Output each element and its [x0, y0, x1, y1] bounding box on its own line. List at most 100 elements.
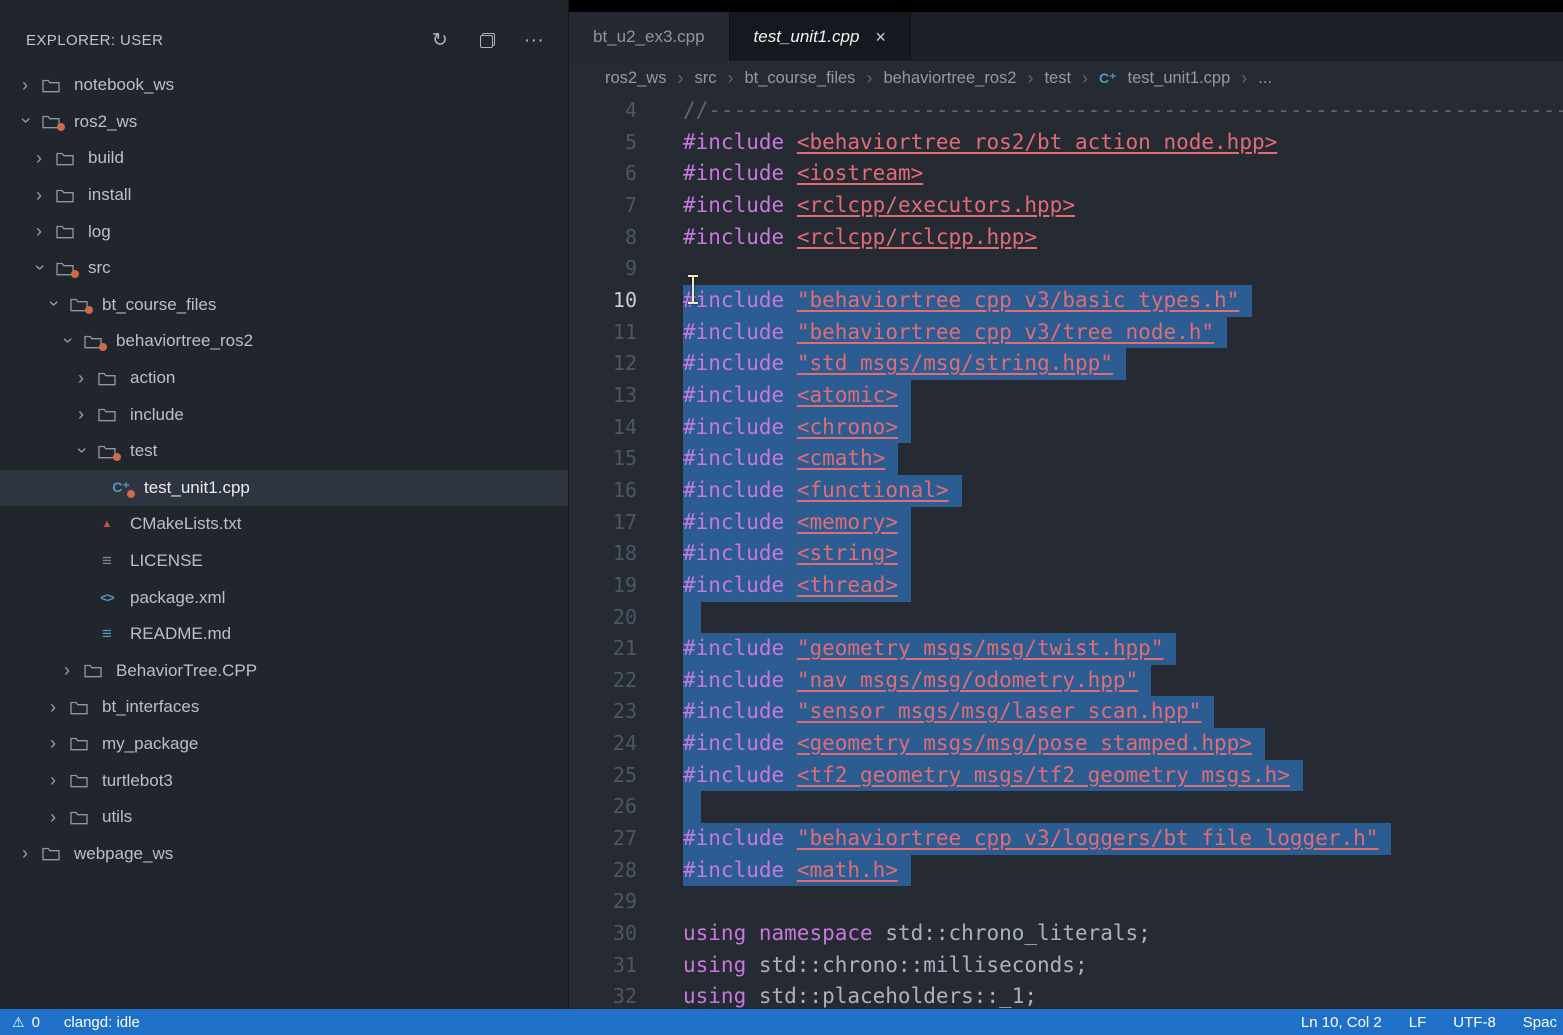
breadcrumb-item-file[interactable]: test_unit1.cpp — [1128, 69, 1231, 88]
folder-icon — [36, 78, 66, 93]
tree-item-action[interactable]: ›action — [0, 360, 568, 397]
tree-item-utils[interactable]: ›utils — [0, 799, 568, 836]
tree-item-my_package[interactable]: ›my_package — [0, 726, 568, 763]
code-text: #include "behaviortree_cpp_v3/basic_type… — [683, 285, 1252, 317]
breadcrumb-item-ros2_ws[interactable]: ros2_ws — [605, 69, 666, 88]
chevron-down-icon[interactable]: › — [30, 256, 51, 278]
cursor-position[interactable]: Ln 10, Col 2 — [1301, 1014, 1382, 1031]
tree-item-test[interactable]: ›test — [0, 433, 568, 470]
code-line-19[interactable]: 19#include <thread> — [569, 570, 1563, 602]
code-line-15[interactable]: 15#include <cmath> — [569, 443, 1563, 475]
tree-item-test_unit1.cpp[interactable]: ›C⁺test_unit1.cpp — [0, 470, 568, 507]
code-line-12[interactable]: 12#include "std_msgs/msg/string.hpp" — [569, 348, 1563, 380]
chevron-right-icon[interactable]: › — [14, 843, 36, 864]
tree-item-CMakeLists.txt[interactable]: ›▲CMakeLists.txt — [0, 506, 568, 543]
tree-item-build[interactable]: ›build — [0, 140, 568, 177]
code-line-7[interactable]: 7#include <rclcpp/executors.hpp> — [569, 190, 1563, 222]
tree-item-bt_interfaces[interactable]: ›bt_interfaces — [0, 689, 568, 726]
indentation-indicator[interactable]: Spac — [1523, 1014, 1557, 1031]
code-lines: 4//-------------------------------------… — [569, 95, 1563, 1009]
chevron-right-icon[interactable]: › — [42, 770, 64, 791]
chevron-right-icon[interactable]: › — [42, 807, 64, 828]
include-path-token: "geometry_msgs/msg/twist.hpp" — [797, 636, 1164, 660]
code-text: #include "geometry_msgs/msg/twist.hpp" — [683, 633, 1176, 665]
explorer-header: EXPLORER: USER ↻ ··· — [0, 0, 568, 67]
tree-item-notebook_ws[interactable]: ›notebook_ws — [0, 67, 568, 104]
code-line-24[interactable]: 24#include <geometry_msgs/msg/pose_stamp… — [569, 728, 1563, 760]
close-icon[interactable]: × — [875, 28, 886, 46]
chevron-right-icon[interactable]: › — [28, 148, 50, 169]
collapse-folders-icon[interactable] — [477, 31, 497, 51]
tree-item-log[interactable]: › log — [0, 213, 568, 250]
chevron-right-icon[interactable]: › — [70, 404, 92, 425]
tab-bt_u2_ex3-cpp[interactable]: bt_u2_ex3.cpp — [569, 12, 730, 61]
chevron-down-icon[interactable]: › — [72, 439, 93, 461]
code-text: #include <memory> — [683, 507, 911, 539]
tree-item-LICENSE[interactable]: ›≡LICENSE — [0, 543, 568, 580]
folder-icon — [78, 663, 108, 678]
breadcrumb-item-test[interactable]: test — [1044, 69, 1071, 88]
chevron-right-icon[interactable]: › — [28, 221, 50, 242]
tree-item-BehaviorTree.CPP[interactable]: ›BehaviorTree.CPP — [0, 653, 568, 690]
more-actions-icon[interactable]: ··· — [524, 31, 544, 51]
code-line-5[interactable]: 5#include <behaviortree_ros2/bt_action_n… — [569, 127, 1563, 159]
code-line-22[interactable]: 22#include "nav_msgs/msg/odometry.hpp" — [569, 665, 1563, 697]
tree-item-src[interactable]: ›src — [0, 250, 568, 287]
code-line-17[interactable]: 17#include <memory> — [569, 507, 1563, 539]
modified-dot — [57, 123, 65, 131]
code-line-31[interactable]: 31using std::chrono::milliseconds; — [569, 950, 1563, 982]
code-line-26[interactable]: 26 — [569, 791, 1563, 823]
problems-indicator[interactable]: ⚠ 0 — [12, 1014, 40, 1031]
code-line-14[interactable]: 14#include <chrono> — [569, 412, 1563, 444]
code-line-8[interactable]: 8#include <rclcpp/rclcpp.hpp> — [569, 222, 1563, 254]
chevron-right-icon[interactable]: › — [28, 185, 50, 206]
tree-item-label: log — [88, 222, 111, 242]
keyword-token: #include — [683, 225, 784, 249]
chevron-right-icon[interactable]: › — [14, 75, 36, 96]
chevron-right-icon[interactable]: › — [42, 697, 64, 718]
code-line-30[interactable]: 30using namespace std::chrono_literals; — [569, 918, 1563, 950]
breadcrumb-item-behaviortree_ros2[interactable]: behaviortree_ros2 — [883, 69, 1016, 88]
chevron-right-icon[interactable]: › — [70, 368, 92, 389]
code-line-25[interactable]: 25#include <tf2_geometry_msgs/tf2_geomet… — [569, 760, 1563, 792]
code-line-6[interactable]: 6#include <iostream> — [569, 158, 1563, 190]
code-line-29[interactable]: 29 — [569, 886, 1563, 918]
breadcrumb-item-src[interactable]: src — [694, 69, 716, 88]
chevron-down-icon[interactable]: › — [58, 329, 79, 351]
tree-item-package.xml[interactable]: ›<>package.xml — [0, 579, 568, 616]
tree-item-behaviortree_ros2[interactable]: ›behaviortree_ros2 — [0, 323, 568, 360]
code-line-9[interactable]: 9 — [569, 253, 1563, 285]
tree-item-turtlebot3[interactable]: ›turtlebot3 — [0, 762, 568, 799]
line-number: 18 — [569, 538, 683, 570]
code-line-20[interactable]: 20 — [569, 602, 1563, 634]
tree-item-install[interactable]: ›install — [0, 177, 568, 214]
eol-indicator[interactable]: LF — [1409, 1014, 1427, 1031]
code-line-23[interactable]: 23#include "sensor_msgs/msg/laser_scan.h… — [569, 696, 1563, 728]
tree-item-label: LICENSE — [130, 551, 203, 571]
chevron-right-icon[interactable]: › — [42, 733, 64, 754]
encoding-indicator[interactable]: UTF-8 — [1453, 1014, 1496, 1031]
tab-test_unit1-cpp[interactable]: test_unit1.cpp × — [730, 12, 911, 61]
tree-item-bt_course_files[interactable]: ›bt_course_files — [0, 287, 568, 324]
chevron-down-icon[interactable]: › — [16, 110, 37, 132]
code-line-18[interactable]: 18#include <string> — [569, 538, 1563, 570]
code-line-11[interactable]: 11#include "behaviortree_cpp_v3/tree_nod… — [569, 317, 1563, 349]
breadcrumb-item-bt_course_files[interactable]: bt_course_files — [744, 69, 855, 88]
code-line-13[interactable]: 13#include <atomic> — [569, 380, 1563, 412]
code-line-4[interactable]: 4//-------------------------------------… — [569, 95, 1563, 127]
language-server-status[interactable]: clangd: idle — [64, 1014, 140, 1031]
code-line-16[interactable]: 16#include <functional> — [569, 475, 1563, 507]
tree-item-webpage_ws[interactable]: ›webpage_ws — [0, 835, 568, 872]
tree-item-ros2_ws[interactable]: ›ros2_ws — [0, 104, 568, 141]
chevron-right-icon[interactable]: › — [56, 660, 78, 681]
code-line-32[interactable]: 32using std::placeholders::_1; — [569, 981, 1563, 1009]
code-line-27[interactable]: 27#include "behaviortree_cpp_v3/loggers/… — [569, 823, 1563, 855]
code-line-10[interactable]: 10#include "behaviortree_cpp_v3/basic_ty… — [569, 285, 1563, 317]
refresh-icon[interactable]: ↻ — [430, 31, 450, 51]
code-line-28[interactable]: 28#include <math.h> — [569, 855, 1563, 887]
code-line-21[interactable]: 21#include "geometry_msgs/msg/twist.hpp" — [569, 633, 1563, 665]
tree-item-include[interactable]: ›include — [0, 396, 568, 433]
chevron-down-icon[interactable]: › — [44, 293, 65, 315]
breadcrumb-more[interactable]: ... — [1258, 69, 1272, 88]
tree-item-README.md[interactable]: ›≡README.md — [0, 616, 568, 653]
